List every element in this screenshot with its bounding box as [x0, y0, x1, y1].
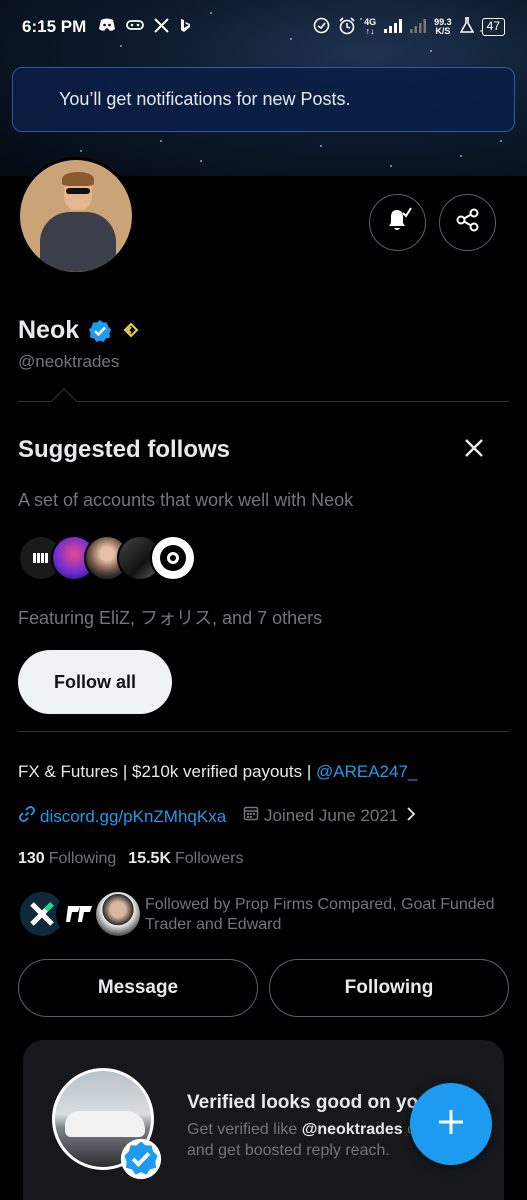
following-count[interactable]: 130: [18, 850, 45, 868]
verified-badge-icon: [120, 1138, 162, 1185]
followed-by-facepile[interactable]: [18, 890, 142, 940]
affiliate-badge-icon[interactable]: [122, 321, 140, 344]
chevron-right-icon: [406, 806, 416, 826]
status-bar: 6:15 PM 4G ↑↓ 99.3 K/S 47: [0, 0, 527, 54]
profile-name: Neok: [18, 316, 80, 344]
network-type-label: 4G: [364, 17, 377, 27]
notification-toast[interactable]: You’ll get notifications for new Posts.: [12, 67, 515, 132]
following-label[interactable]: Following: [49, 850, 117, 868]
caret-pointer: [51, 388, 77, 414]
data-saver-icon: [313, 17, 330, 37]
bell-check-icon: [383, 205, 413, 240]
promo-desc-prefix: Get verified like: [187, 1121, 302, 1138]
section-divider: [18, 401, 509, 402]
joined-text: Joined June 2021: [264, 805, 399, 825]
close-icon: [460, 439, 488, 466]
profile-link-text[interactable]: discord.gg/pKnZMhqKxa: [40, 807, 226, 827]
flask-icon: [459, 17, 474, 37]
suggested-avatar: [150, 535, 196, 581]
profile-avatar[interactable]: [17, 157, 135, 275]
dismiss-suggested-button[interactable]: [460, 434, 488, 462]
bing-icon: [179, 18, 191, 37]
notifications-button[interactable]: [369, 194, 426, 251]
x-icon: [154, 17, 169, 37]
link-icon: [18, 805, 36, 828]
share-icon: [455, 207, 481, 238]
suggested-description: A set of accounts that work well with Ne…: [18, 490, 354, 510]
promo-title: Verified looks good on you: [187, 1092, 430, 1113]
followed-by-text[interactable]: Followed by Prop Firms Compared, Goat Fu…: [145, 895, 515, 935]
share-button[interactable]: [439, 194, 496, 251]
signal-2-icon: [410, 18, 427, 36]
status-time: 6:15 PM: [22, 17, 87, 36]
follower-avatar: [94, 890, 142, 938]
net-speed-unit: K/S: [435, 26, 451, 36]
signal-icon: [384, 18, 403, 36]
verified-badge-icon[interactable]: [88, 319, 112, 348]
compose-fab-button[interactable]: [410, 1083, 492, 1165]
promo-description: Get verified like @neoktrades out and ge…: [187, 1119, 447, 1161]
profile-link[interactable]: discord.gg/pKnZMhqKxa: [18, 805, 226, 828]
follow-all-button[interactable]: Follow all: [18, 650, 172, 714]
toast-text: You’ll get notifications for new Posts.: [59, 89, 351, 109]
followers-label[interactable]: Followers: [175, 850, 243, 868]
battery-indicator: 47: [481, 18, 505, 36]
section-divider: [18, 731, 509, 732]
profile-handle: @neoktrades: [18, 352, 120, 371]
bio-mention-link[interactable]: @AREA247_: [316, 762, 417, 781]
plus-icon: [436, 1107, 466, 1142]
bio-text: FX & Futures | $210k verified payouts |: [18, 762, 316, 781]
message-button[interactable]: Message: [18, 959, 258, 1017]
follow-counts: 130 Following 15.5K Followers: [18, 850, 251, 868]
net-speed: 99.3 K/S: [434, 18, 452, 36]
notification-icons: [98, 17, 191, 37]
followers-count[interactable]: 15.5K: [128, 850, 171, 868]
suggested-follows-title: Suggested follows: [18, 436, 231, 463]
status-right: 4G ↑↓ 99.3 K/S 47: [313, 16, 505, 38]
suggested-facepile[interactable]: [18, 535, 198, 583]
network-type: 4G ↑↓: [364, 17, 377, 36]
gamepad-icon: [126, 18, 145, 37]
calendar-icon: [243, 805, 259, 826]
discord-icon: [98, 18, 116, 37]
profile-bio: FX & Futures | $210k verified payouts | …: [18, 762, 417, 782]
featuring-text: Featuring EliZ, フォリス, and 7 others: [18, 608, 323, 628]
following-button[interactable]: Following: [269, 959, 509, 1017]
promo-desc-handle: @neoktrades: [301, 1121, 403, 1138]
alarm-icon: [338, 16, 356, 38]
joined-date[interactable]: Joined June 2021: [243, 805, 416, 826]
